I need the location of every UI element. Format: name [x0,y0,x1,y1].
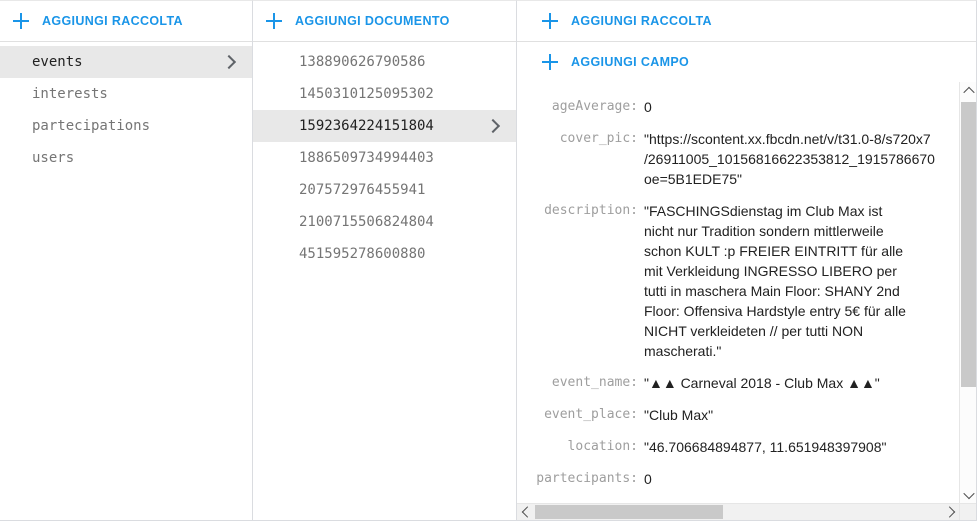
field-key: ageAverage: [551,99,638,114]
list-item-selected[interactable]: 1592364224151804 [253,110,516,142]
horizontal-scrollbar-thumb[interactable] [535,505,723,519]
horizontal-scrollbar[interactable] [517,503,959,520]
scroll-up-button[interactable] [960,82,976,99]
field-row-description[interactable]: description: "FASCHINGSdienstag im Club … [517,195,959,367]
fields-body: ageAverage: 0 cover_pic: "https://sconte… [517,82,976,520]
chevron-right-icon [485,118,501,134]
field-row-partecipants[interactable]: partecipants: 0 [517,463,959,495]
list-item[interactable]: 2100715506824804 [253,206,516,238]
plus-icon [541,12,559,30]
documents-panel: AGGIUNGI DOCUMENTO 138890626790586 14503… [253,0,517,521]
sidebar-item-interests[interactable]: interests [0,78,252,110]
document-id: 1592364224151804 [299,118,434,134]
add-document-label: AGGIUNGI DOCUMENTO [295,13,450,28]
sidebar-item-partecipations[interactable]: partecipations [0,110,252,142]
scrollbar-corner [959,503,976,520]
chevron-right-icon [943,506,955,518]
fields-list: ageAverage: 0 cover_pic: "https://sconte… [517,82,959,503]
collection-name: partecipations [32,118,151,134]
field-key: partecipants: [536,471,638,486]
field-value: 0 [644,99,652,115]
document-id: 2100715506824804 [299,214,434,230]
field-key: location: [567,439,638,454]
scroll-left-button[interactable] [517,504,534,520]
add-document-button[interactable]: AGGIUNGI DOCUMENTO [253,1,516,42]
list-item[interactable]: 451595278600880 [253,238,516,270]
firestore-data-browser: AGGIUNGI RACCOLTA events interests parte… [0,0,977,521]
chevron-down-icon [962,487,975,499]
field-row-ageAverage[interactable]: ageAverage: 0 [517,91,959,123]
add-field-button[interactable]: AGGIUNGI CAMPO [517,42,976,82]
collection-name: events [32,54,83,70]
add-collection-label: AGGIUNGI RACCOLTA [42,13,183,28]
add-collection-button[interactable]: AGGIUNGI RACCOLTA [0,1,252,42]
list-item[interactable]: 207572976455941 [253,174,516,206]
scroll-right-button[interactable] [942,504,959,520]
field-key: cover_pic: [559,131,638,146]
field-row-event_place[interactable]: event_place: "Club Max" [517,399,959,431]
sidebar-item-users[interactable]: users [0,142,252,174]
document-id: 1450310125095302 [299,86,434,102]
field-value: "Club Max" [644,407,714,423]
field-value: "46.706684894877, 11.651948397908" [644,439,887,455]
plus-icon [265,12,283,30]
plus-icon [12,12,30,30]
field-row-cover_pic[interactable]: cover_pic: "https://scontent.xx.fbcdn.ne… [517,123,959,195]
collection-name: users [32,150,75,166]
field-key: event_place: [544,407,638,422]
chevron-right-icon [221,54,237,70]
field-value: 0 [644,471,652,487]
plus-icon [541,53,559,71]
add-subcollection-label: AGGIUNGI RACCOLTA [571,13,712,28]
sidebar-item-events[interactable]: events [0,46,252,78]
collection-name: interests [32,86,108,102]
collections-list: events interests partecipations users [0,42,252,520]
field-row-event_name[interactable]: event_name: "▲▲ Carneval 2018 - Club Max… [517,367,959,399]
list-item[interactable]: 1450310125095302 [253,78,516,110]
add-subcollection-button[interactable]: AGGIUNGI RACCOLTA [517,1,976,42]
chevron-up-icon [962,86,975,98]
document-id: 1886509734994403 [299,150,434,166]
vertical-scrollbar-thumb[interactable] [961,102,976,387]
field-row-location[interactable]: location: "46.706684894877, 11.651948397… [517,431,959,463]
document-id: 138890626790586 [299,54,426,70]
document-id: 451595278600880 [299,246,426,262]
documents-list: 138890626790586 1450310125095302 1592364… [253,42,516,520]
list-item[interactable]: 1886509734994403 [253,142,516,174]
scroll-down-button[interactable] [960,486,976,503]
chevron-left-icon [521,506,533,518]
field-key: event_name: [551,375,638,390]
vertical-scrollbar[interactable] [959,82,976,503]
field-value: "FASCHINGSdienstag im Club Max ist nicht… [644,203,906,359]
field-value: "▲▲ Carneval 2018 - Club Max ▲▲" [644,375,880,391]
add-field-label: AGGIUNGI CAMPO [571,54,690,69]
collections-panel: AGGIUNGI RACCOLTA events interests parte… [0,0,253,521]
field-value: "https://scontent.xx.fbcdn.net/v/t31.0-8… [644,131,935,187]
document-detail-panel: AGGIUNGI RACCOLTA AGGIUNGI CAMPO ageAver… [517,0,977,521]
list-item[interactable]: 138890626790586 [253,46,516,78]
field-key: description: [544,203,638,218]
document-id: 207572976455941 [299,182,426,198]
